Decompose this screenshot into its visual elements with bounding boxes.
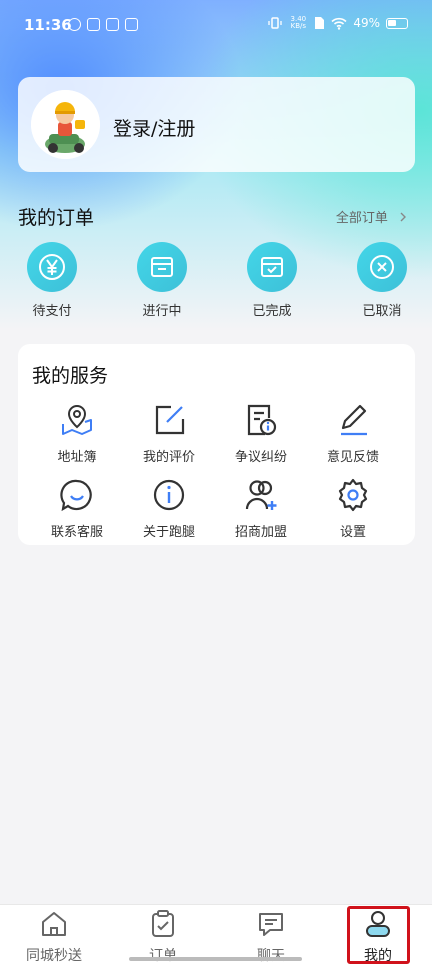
- wifi-icon: [331, 17, 347, 30]
- courier-avatar-icon: [31, 90, 100, 159]
- service-address-book[interactable]: 地址簿: [32, 402, 122, 465]
- login-register-link[interactable]: 登录/注册: [113, 114, 195, 141]
- order-pending[interactable]: 待支付: [12, 242, 92, 319]
- services-card: 我的服务 地址簿 我的评价 争议纠纷 意见反馈 联系客服 关于跑腿 招商加盟 设…: [18, 344, 415, 545]
- battery-icon: [386, 17, 408, 29]
- mail-notification-icon: [125, 18, 138, 31]
- tab-home[interactable]: 同城秒送: [14, 909, 94, 964]
- profile-card[interactable]: 登录/注册: [18, 77, 415, 172]
- clipboard-check-icon: [152, 910, 174, 937]
- add-user-icon: [245, 480, 277, 510]
- chat-smile-icon: [60, 479, 92, 512]
- order-cancelled[interactable]: 已取消: [342, 242, 422, 319]
- service-about[interactable]: 关于跑腿: [124, 477, 214, 540]
- avatar[interactable]: [31, 90, 100, 159]
- notification-icon: [68, 18, 81, 31]
- box-icon: [151, 257, 173, 277]
- tab-orders-label[interactable]: 订单: [123, 945, 203, 964]
- service-contact-support[interactable]: 联系客服: [32, 477, 122, 540]
- all-orders-link[interactable]: 全部订单: [336, 207, 410, 226]
- service-settings[interactable]: 设置: [308, 477, 398, 540]
- service-my-reviews-label: 我的评价: [142, 450, 195, 465]
- my-services-title: 我的服务: [32, 365, 109, 387]
- chevron-right-icon: [400, 212, 406, 222]
- service-franchise[interactable]: 招商加盟: [216, 477, 306, 540]
- home-indicator: [129, 957, 302, 961]
- net-speed: 3.40 KB/s: [288, 16, 308, 30]
- service-settings-label: 设置: [339, 525, 366, 540]
- tab-chat-label[interactable]: 聊天: [231, 945, 311, 964]
- message-notification-icon: [106, 18, 119, 31]
- settings-icon: [338, 478, 368, 512]
- status-time: 11:36: [24, 16, 72, 34]
- service-franchise-label: 招商加盟: [234, 525, 287, 540]
- order-pending-label: 待支付: [32, 304, 72, 319]
- my-orders-title: 我的订单: [18, 207, 95, 229]
- app-notification-icon: [87, 18, 100, 31]
- active-tab-highlight: [347, 906, 410, 964]
- order-completed[interactable]: 已完成: [232, 242, 312, 319]
- order-in-progress-icon-circle[interactable]: [137, 242, 187, 292]
- status-right: 3.40 KB/s 49%: [268, 16, 408, 30]
- vibrate-icon: [268, 17, 282, 29]
- service-my-reviews[interactable]: 我的评价: [124, 402, 214, 465]
- service-disputes[interactable]: 争议纠纷: [216, 402, 306, 465]
- document-info-icon: [247, 404, 277, 436]
- service-about-label: 关于跑腿: [142, 525, 195, 540]
- yen-icon: [39, 254, 65, 280]
- order-cancelled-icon-circle[interactable]: [357, 242, 407, 292]
- service-address-book-label: 地址簿: [57, 450, 97, 465]
- sim-icon: [315, 17, 325, 29]
- service-feedback-label: 意见反馈: [326, 450, 379, 465]
- net-speed-unit: KB/s: [290, 22, 307, 30]
- notification-icons: [68, 18, 138, 31]
- service-contact-support-label: 联系客服: [50, 525, 103, 540]
- order-cancelled-label: 已取消: [362, 304, 402, 319]
- battery-percent: 49%: [353, 16, 380, 30]
- service-feedback[interactable]: 意见反馈: [308, 402, 398, 465]
- tab-orders[interactable]: 订单: [123, 909, 203, 964]
- home-icon: [42, 912, 66, 936]
- chat-icon: [259, 913, 283, 936]
- map-pin-icon: [62, 404, 92, 435]
- order-in-progress-label: 进行中: [142, 304, 182, 319]
- order-completed-label: 已完成: [252, 304, 292, 319]
- box-check-icon: [261, 257, 283, 277]
- service-disputes-label: 争议纠纷: [234, 450, 287, 465]
- order-pending-icon-circle[interactable]: [27, 242, 77, 292]
- tab-home-label[interactable]: 同城秒送: [14, 945, 94, 964]
- status-bar: 11:36 3.40 KB/s 49%: [0, 0, 432, 52]
- edit-box-icon: [155, 405, 185, 435]
- order-completed-icon-circle[interactable]: [247, 242, 297, 292]
- all-orders-label[interactable]: 全部订单: [336, 211, 388, 226]
- tab-chat[interactable]: 聊天: [231, 909, 311, 964]
- cancel-icon: [370, 255, 394, 279]
- pencil-icon: [341, 404, 367, 436]
- info-icon: [153, 479, 185, 511]
- order-in-progress[interactable]: 进行中: [122, 242, 202, 319]
